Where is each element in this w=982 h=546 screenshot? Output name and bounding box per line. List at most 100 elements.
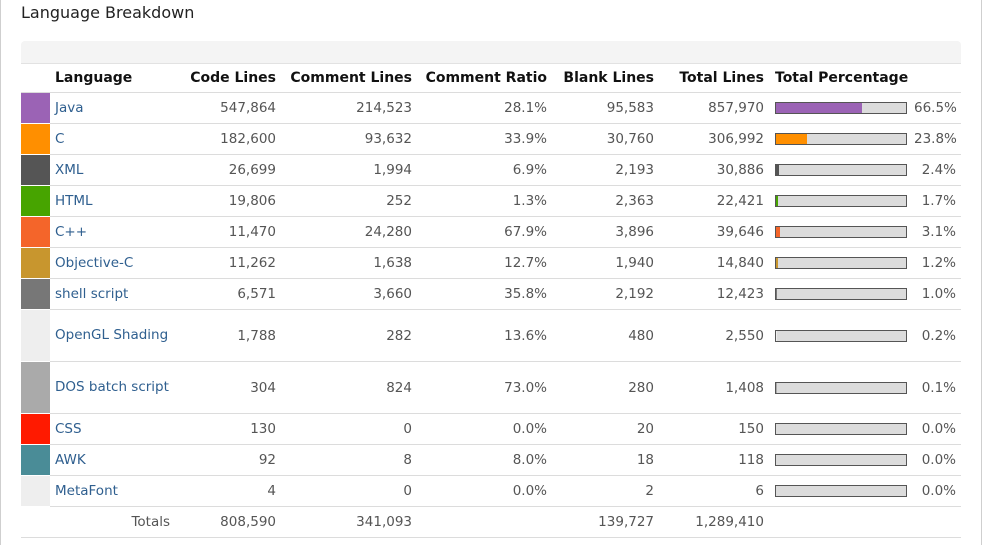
table-row: C 182,600 93,632 33.9% 30,760 306,992 23…	[21, 123, 962, 155]
language-color-swatch	[21, 361, 50, 414]
language-link[interactable]: shell script	[55, 286, 128, 302]
language-color-swatch	[21, 444, 50, 476]
language-cell: HTML	[50, 185, 176, 217]
language-cell: Java	[50, 92, 176, 124]
language-link[interactable]: OpenGL Shading	[55, 327, 168, 343]
percentage-bar-cell	[770, 444, 908, 476]
blank-lines-cell: 480	[553, 309, 660, 362]
total-lines-cell: 14,840	[660, 247, 770, 279]
totals-comment-lines: 341,093	[282, 506, 418, 538]
language-color-swatch	[21, 92, 50, 124]
column-header-comment-lines[interactable]: Comment Lines	[282, 63, 418, 93]
comment-lines-cell: 8	[282, 444, 418, 476]
code-lines-cell: 1,788	[176, 309, 282, 362]
percentage-bar	[775, 102, 907, 114]
percentage-value-cell: 1.0%	[908, 278, 962, 310]
percentage-bar-cell	[770, 247, 908, 279]
table-row: C++ 11,470 24,280 67.9% 3,896 39,646 3.1…	[21, 216, 962, 248]
column-header-total-percentage[interactable]: Total Percentage	[770, 63, 962, 93]
language-breakdown-table: Language Code Lines Comment Lines Commen…	[21, 63, 962, 538]
column-header-blank-lines[interactable]: Blank Lines	[553, 63, 660, 93]
section-title: Language Breakdown	[21, 3, 195, 22]
column-header-code-lines[interactable]: Code Lines	[176, 63, 282, 93]
comment-lines-cell: 3,660	[282, 278, 418, 310]
percentage-bar	[775, 329, 907, 342]
swatch-fill	[21, 124, 50, 154]
table-header-band	[21, 41, 961, 64]
comment-ratio-cell: 33.9%	[418, 123, 553, 155]
percentage-bar-fill	[776, 227, 781, 237]
totals-total-lines: 1,289,410	[660, 506, 770, 538]
percentage-bar-fill	[776, 134, 807, 144]
swatch-fill	[21, 445, 50, 475]
totals-spacer	[21, 506, 50, 538]
comment-ratio-cell: 0.0%	[418, 475, 553, 507]
percentage-bar	[775, 164, 907, 176]
language-link[interactable]: Java	[55, 100, 84, 116]
language-cell: CSS	[50, 413, 176, 445]
code-lines-cell: 547,864	[176, 92, 282, 124]
percentage-value-cell: 1.7%	[908, 185, 962, 217]
percentage-value-cell: 1.2%	[908, 247, 962, 279]
language-cell: DOS batch script	[50, 361, 176, 414]
swatch-fill	[21, 414, 50, 444]
comment-ratio-cell: 73.0%	[418, 361, 553, 414]
total-lines-cell: 22,421	[660, 185, 770, 217]
percentage-value-cell: 0.0%	[908, 475, 962, 507]
blank-lines-cell: 2,363	[553, 185, 660, 217]
code-lines-cell: 11,262	[176, 247, 282, 279]
percentage-bar-cell	[770, 123, 908, 155]
column-header-language[interactable]: Language	[50, 63, 176, 93]
percentage-bar	[775, 226, 907, 238]
comment-lines-cell: 824	[282, 361, 418, 414]
language-link[interactable]: MetaFont	[55, 483, 118, 499]
percentage-bar-fill	[776, 258, 778, 268]
comment-ratio-cell: 67.9%	[418, 216, 553, 248]
code-lines-cell: 6,571	[176, 278, 282, 310]
language-cell: OpenGL Shading	[50, 309, 176, 362]
language-cell: shell script	[50, 278, 176, 310]
percentage-bar-cell	[770, 185, 908, 217]
language-link[interactable]: Objective-C	[55, 255, 133, 271]
language-link[interactable]: DOS batch script	[55, 379, 169, 395]
swatch-fill	[21, 248, 50, 278]
total-lines-cell: 39,646	[660, 216, 770, 248]
percentage-bar-fill	[776, 165, 780, 175]
comment-lines-cell: 214,523	[282, 92, 418, 124]
language-link[interactable]: HTML	[55, 193, 93, 209]
table-row: DOS batch script 304 824 73.0% 280 1,408…	[21, 361, 962, 414]
code-lines-cell: 130	[176, 413, 282, 445]
percentage-bar-cell	[770, 278, 908, 310]
language-color-swatch	[21, 216, 50, 248]
percentage-value-cell: 0.0%	[908, 413, 962, 445]
language-link[interactable]: C++	[55, 224, 87, 240]
language-cell: XML	[50, 154, 176, 186]
comment-ratio-cell: 8.0%	[418, 444, 553, 476]
table-row: MetaFont 4 0 0.0% 2 6 0.0%	[21, 475, 962, 507]
comment-ratio-cell: 0.0%	[418, 413, 553, 445]
total-lines-cell: 150	[660, 413, 770, 445]
code-lines-cell: 19,806	[176, 185, 282, 217]
percentage-bar-fill	[776, 103, 863, 113]
percentage-bar-cell	[770, 92, 908, 124]
code-lines-cell: 92	[176, 444, 282, 476]
comment-lines-cell: 282	[282, 309, 418, 362]
table-row: OpenGL Shading 1,788 282 13.6% 480 2,550…	[21, 309, 962, 362]
language-link[interactable]: CSS	[55, 421, 82, 437]
percentage-value-cell: 66.5%	[908, 92, 962, 124]
percentage-bar-cell	[770, 413, 908, 445]
totals-blank-lines: 139,727	[553, 506, 660, 538]
code-lines-cell: 4	[176, 475, 282, 507]
totals-comment-ratio	[418, 506, 553, 538]
percentage-bar	[775, 195, 907, 207]
language-link[interactable]: XML	[55, 162, 83, 178]
code-lines-cell: 11,470	[176, 216, 282, 248]
table-row: CSS 130 0 0.0% 20 150 0.0%	[21, 413, 962, 445]
column-header-comment-ratio[interactable]: Comment Ratio	[418, 63, 553, 93]
language-link[interactable]: AWK	[55, 452, 86, 468]
column-header-total-lines[interactable]: Total Lines	[660, 63, 770, 93]
comment-lines-cell: 1,638	[282, 247, 418, 279]
percentage-value-cell: 0.2%	[908, 309, 962, 362]
language-link[interactable]: C	[55, 131, 64, 147]
comment-lines-cell: 24,280	[282, 216, 418, 248]
